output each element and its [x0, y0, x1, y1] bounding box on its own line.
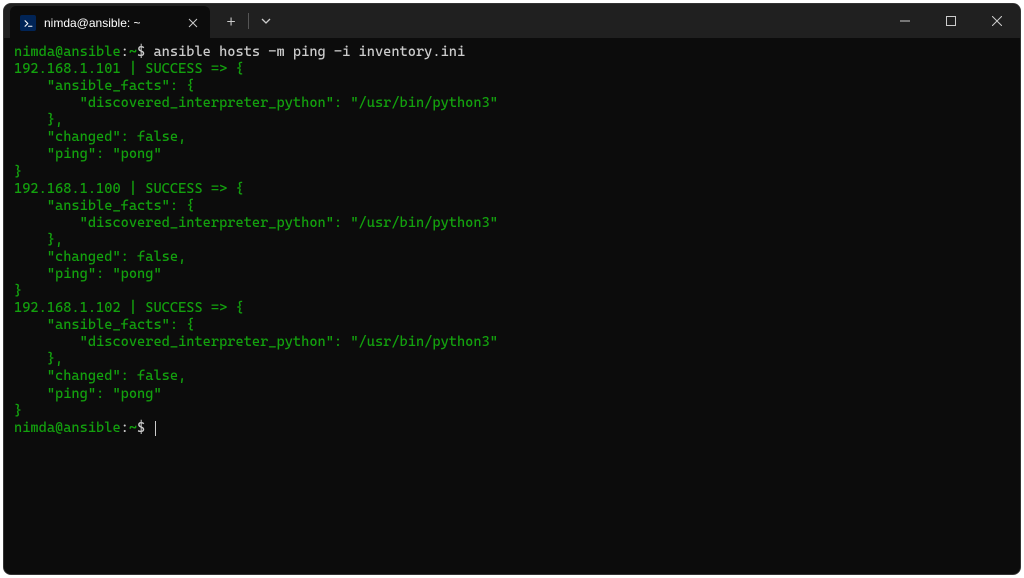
maximize-button[interactable]: [928, 4, 974, 38]
terminal-content[interactable]: nimda@ansible:~$ ansible hosts -m ping -…: [4, 38, 1020, 574]
close-button[interactable]: [974, 4, 1020, 38]
new-tab-button[interactable]: +: [216, 6, 246, 36]
tab-dropdown-button[interactable]: [251, 6, 281, 36]
minimize-button[interactable]: [882, 4, 928, 38]
titlebar: nimda@ansible: ~ +: [4, 4, 1020, 38]
titlebar-drag-area[interactable]: [281, 4, 882, 38]
tabbar-buttons: +: [210, 4, 281, 38]
divider: [248, 13, 249, 29]
tab-title: nimda@ansible: ~: [44, 16, 141, 30]
tab-close-button[interactable]: [184, 14, 202, 32]
cursor: [155, 421, 156, 436]
window-controls: [882, 4, 1020, 38]
terminal-window: nimda@ansible: ~ + nimda@ansible:~$: [3, 3, 1021, 575]
tab-active[interactable]: nimda@ansible: ~: [10, 6, 210, 40]
powershell-icon: [20, 15, 36, 31]
